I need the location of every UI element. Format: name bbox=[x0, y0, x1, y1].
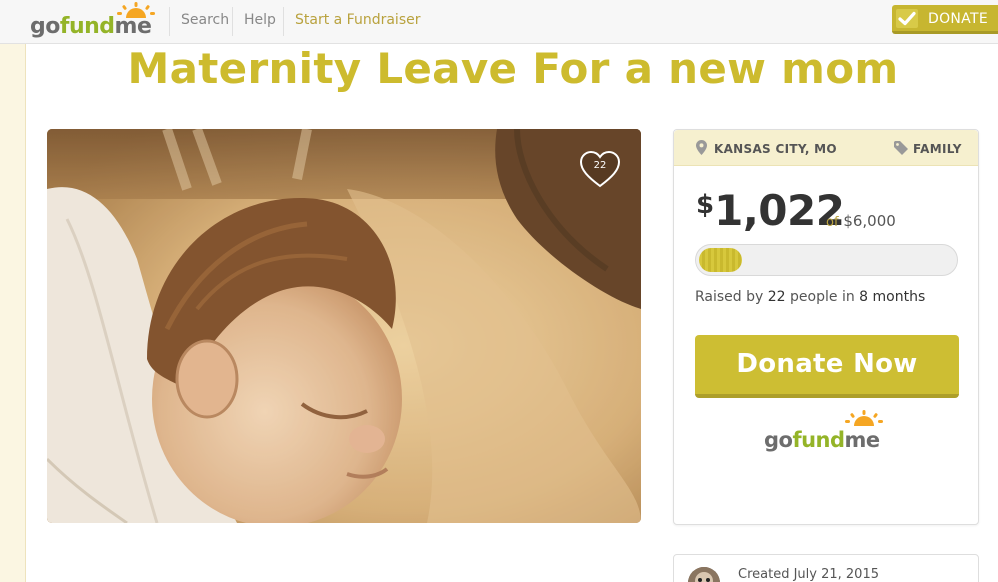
nav-help-link[interactable]: Help bbox=[244, 12, 276, 28]
organizer-avatar[interactable] bbox=[688, 567, 720, 582]
donation-card: KANSAS CITY, MO FAMILY $1,022 of $6,000 … bbox=[673, 129, 979, 525]
nav-start-fundraiser-link[interactable]: Start a Fundraiser bbox=[295, 12, 421, 28]
created-date: Created July 21, 2015 bbox=[738, 567, 879, 582]
gofundme-logo[interactable]: gofundme bbox=[30, 2, 158, 40]
currency-symbol: $ bbox=[696, 190, 715, 220]
raised-by-text: Raised by 22 people in 8 months bbox=[695, 289, 925, 305]
newborn-photo-image bbox=[47, 129, 641, 523]
nav-divider bbox=[283, 7, 284, 36]
campaign-category[interactable]: FAMILY bbox=[913, 142, 962, 156]
raised-amount: $1,022 bbox=[696, 186, 845, 235]
tag-icon bbox=[894, 141, 908, 155]
campaign-title: Maternity Leave For a new mom bbox=[127, 44, 899, 93]
donate-now-button[interactable]: Donate Now bbox=[695, 335, 959, 398]
donate-now-label: Donate Now bbox=[736, 349, 918, 379]
top-nav-bar: gofundme Search Help Start a Fundraiser … bbox=[0, 0, 998, 44]
campaign-photo[interactable] bbox=[47, 129, 641, 523]
campaign-location[interactable]: KANSAS CITY, MO bbox=[714, 142, 837, 156]
nav-divider bbox=[169, 7, 170, 36]
raised-by-prefix: Raised by bbox=[695, 289, 764, 305]
organizer-card: Created July 21, 2015 bbox=[673, 554, 979, 582]
nav-divider bbox=[232, 7, 233, 36]
location-pin-icon bbox=[696, 140, 707, 155]
gofundme-footer-logo: gofundme bbox=[764, 410, 894, 453]
logo-fund: fund bbox=[59, 14, 115, 39]
avatar-image bbox=[688, 567, 720, 582]
logo-go: go bbox=[764, 428, 793, 452]
campaign-duration: 8 months bbox=[859, 289, 926, 305]
heart-button[interactable]: 22 bbox=[578, 149, 622, 189]
logo-go: go bbox=[30, 14, 60, 39]
sun-logo-icon bbox=[845, 410, 883, 426]
card-header: KANSAS CITY, MO FAMILY bbox=[674, 130, 978, 166]
goal-amount: $6,000 bbox=[843, 212, 896, 230]
logo-me: me bbox=[844, 428, 881, 452]
top-donate-button[interactable]: DONATE bbox=[892, 5, 998, 34]
goal-prefix: of bbox=[826, 215, 839, 230]
left-gutter bbox=[0, 44, 26, 582]
goal-text: of $6,000 bbox=[826, 212, 896, 230]
raised-value: 1,022 bbox=[714, 186, 845, 235]
heart-count: 22 bbox=[593, 160, 607, 171]
logo-me: me bbox=[114, 14, 152, 39]
logo-fund: fund bbox=[792, 428, 845, 452]
nav-search-link[interactable]: Search bbox=[181, 12, 229, 28]
progress-fill bbox=[699, 248, 743, 272]
top-donate-label: DONATE bbox=[928, 11, 988, 27]
raised-by-mid: people in bbox=[790, 289, 855, 305]
progress-bar bbox=[695, 244, 958, 276]
checkmark-icon bbox=[896, 9, 918, 28]
donor-count: 22 bbox=[767, 289, 786, 305]
